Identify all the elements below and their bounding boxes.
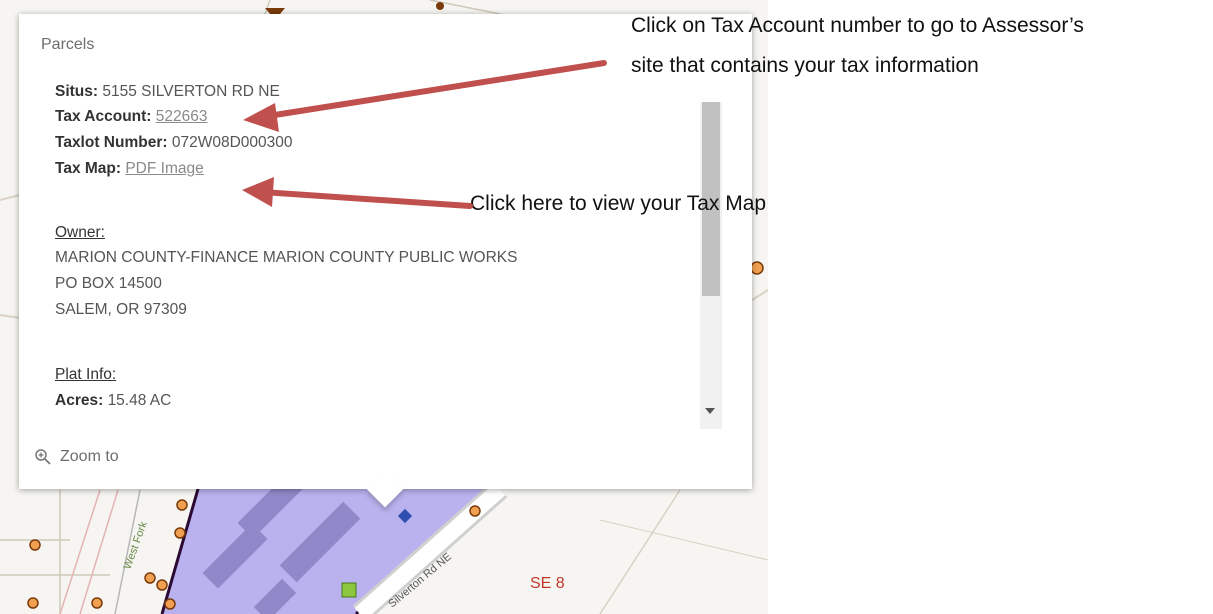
acres-label: Acres:	[55, 392, 104, 409]
scroll-down-arrow-icon[interactable]	[705, 408, 715, 414]
acres-row: Acres: 15.48 AC	[55, 392, 171, 410]
plat-info-header: Plat Info:	[55, 366, 117, 383]
tax-map-pdf-link[interactable]: PDF Image	[125, 160, 203, 177]
owner-line: MARION COUNTY-FINANCE MARION COUNTY PUBL…	[55, 249, 518, 266]
taxlot-number-value: 072W08D000300	[171, 134, 293, 151]
owner-header: Owner:	[55, 224, 105, 241]
zoom-to-button[interactable]: Zoom to	[34, 448, 119, 466]
situs-value: 5155 SILVERTON RD NE	[102, 83, 280, 100]
tax-account-link[interactable]: 522663	[156, 108, 208, 125]
owner-line: SALEM, OR 97309	[55, 301, 187, 318]
tax-map-row: Tax Map: PDF Image	[55, 160, 204, 178]
tax-account-annotation-line2: site that contains your tax information	[631, 54, 979, 77]
parcel-popup: Parcels Situs: 5155 SILVERTON RD NE Tax …	[19, 14, 752, 489]
popup-scrollbar[interactable]	[700, 102, 722, 429]
acres-value: 15.48 AC	[107, 392, 172, 409]
zoom-to-label: Zoom to	[60, 448, 119, 465]
street-label: West Fork	[122, 520, 151, 571]
popup-title: Parcels	[41, 36, 95, 53]
tax-account-label: Tax Account:	[55, 108, 152, 125]
section-label: SE 8	[530, 575, 565, 592]
tax-account-annotation-line1: Click on Tax Account number to go to Ass…	[631, 14, 1084, 37]
situs-row: Situs: 5155 SILVERTON RD NE	[55, 83, 280, 101]
taxlot-number-label: Taxlot Number:	[55, 134, 168, 151]
owner-line: PO BOX 14500	[55, 275, 162, 292]
zoom-in-icon	[35, 449, 51, 465]
situs-label: Situs:	[55, 83, 99, 100]
tax-map-annotation: Click here to view your Tax Map	[470, 192, 767, 215]
taxlot-number-row: Taxlot Number: 072W08D000300	[55, 134, 293, 152]
tax-account-row: Tax Account: 522663	[55, 108, 208, 126]
tax-map-label: Tax Map:	[55, 160, 122, 177]
